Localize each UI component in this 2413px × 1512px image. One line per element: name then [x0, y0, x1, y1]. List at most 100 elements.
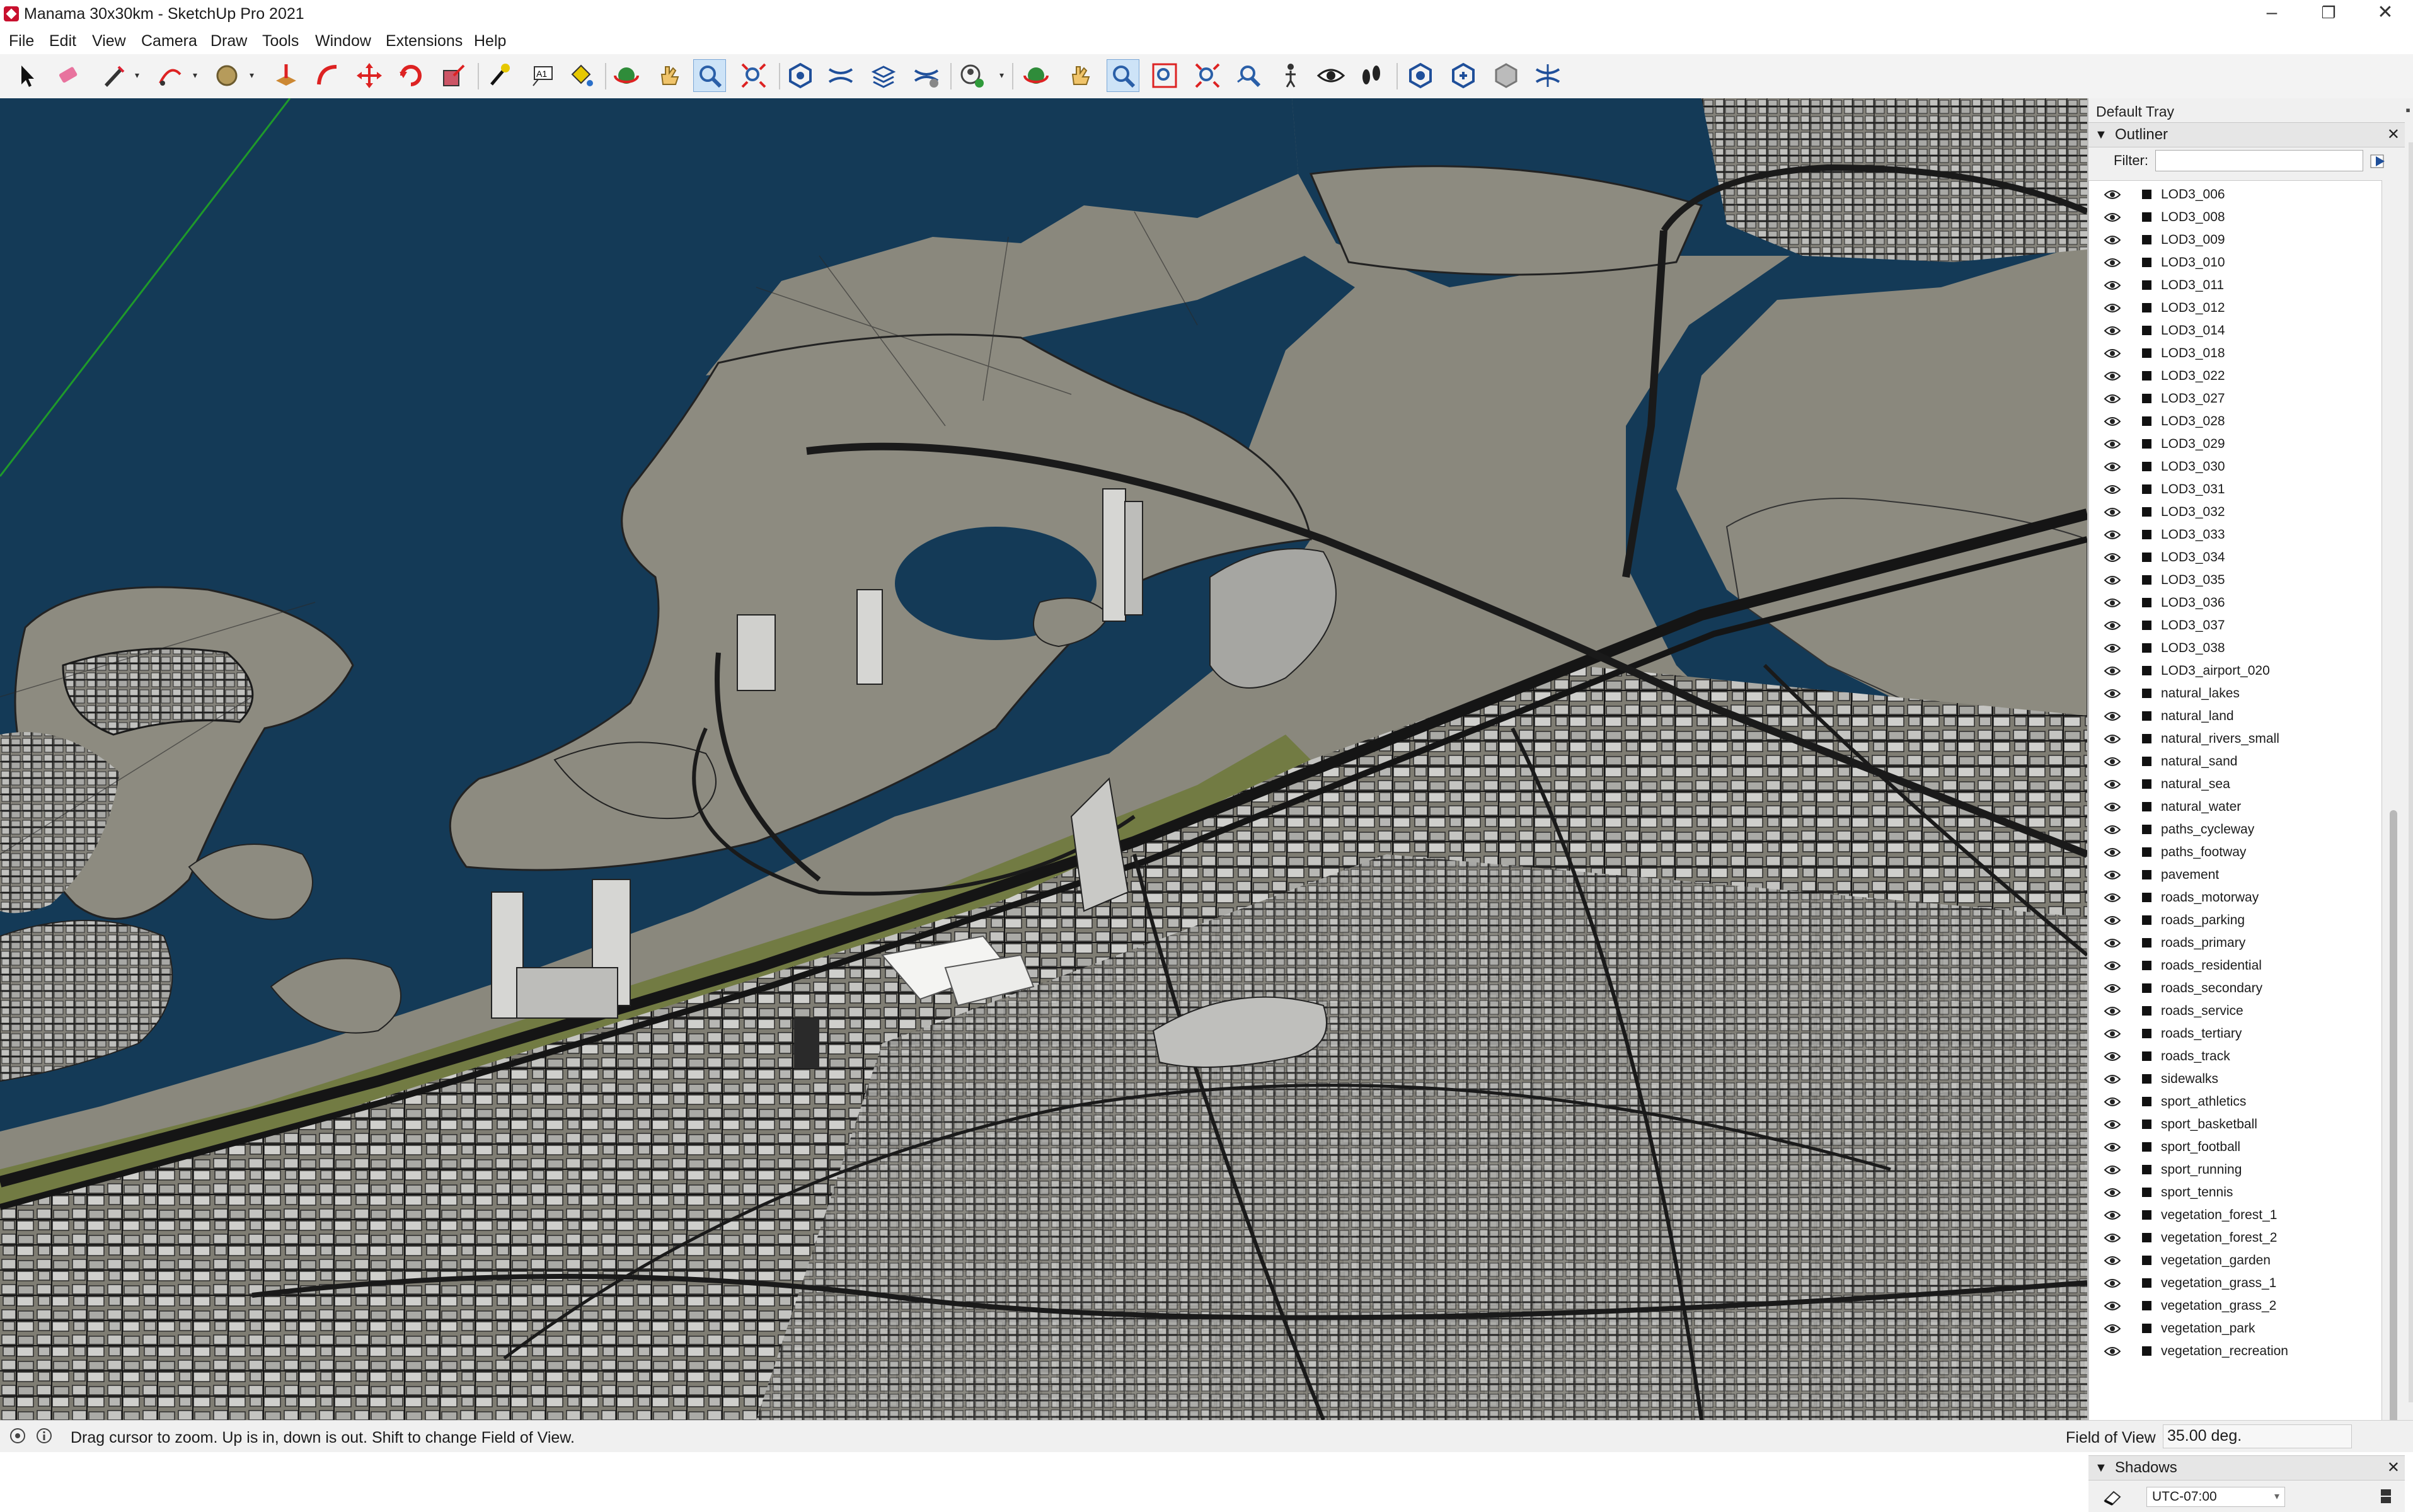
outliner-item[interactable]: vegetation_park — [2089, 1317, 2381, 1340]
move-icon[interactable] — [353, 59, 386, 92]
timezone-select[interactable]: UTC-07:00 ▾ — [2146, 1487, 2285, 1507]
outliner-item[interactable]: roads_residential — [2089, 954, 2381, 977]
outliner-panel-header[interactable]: ▼ Outliner ✕ — [2088, 122, 2405, 147]
orbit-icon[interactable] — [610, 59, 643, 92]
eye-icon[interactable] — [2104, 552, 2121, 563]
sandbox-icon-2[interactable] — [824, 59, 857, 92]
outliner-item[interactable]: LOD3_009 — [2089, 229, 2381, 251]
eye-icon[interactable] — [2104, 575, 2121, 586]
shadows-panel-header[interactable]: ▼ Shadows ✕ — [2088, 1455, 2405, 1480]
ext-icon-3[interactable] — [1490, 59, 1523, 92]
eye-icon[interactable] — [2104, 824, 2121, 835]
maximize-button[interactable]: ❐ — [2300, 0, 2357, 28]
eye-icon[interactable] — [2104, 416, 2121, 427]
pushpull-icon[interactable] — [270, 59, 302, 92]
eye-icon[interactable] — [2104, 1323, 2121, 1334]
eye-icon[interactable] — [2104, 733, 2121, 745]
outliner-item[interactable]: roads_primary — [2089, 932, 2381, 954]
outliner-item[interactable]: roads_track — [2089, 1045, 2381, 1068]
zoom-icon[interactable] — [693, 59, 726, 92]
eye-icon[interactable] — [2104, 915, 2121, 926]
eye-icon[interactable] — [2104, 1346, 2121, 1357]
orbit-icon-2[interactable] — [1020, 59, 1052, 92]
geolocation-status-icon[interactable] — [9, 1427, 26, 1445]
outliner-item[interactable]: LOD3_011 — [2089, 274, 2381, 297]
eye-icon[interactable] — [2104, 189, 2121, 200]
close-button[interactable]: ✕ — [2357, 0, 2413, 28]
eye-icon[interactable] — [2104, 1232, 2121, 1244]
eye-icon[interactable] — [2104, 438, 2121, 450]
outliner-item[interactable]: LOD3_031 — [2089, 478, 2381, 501]
tray-pin-icon[interactable]: ▪ — [2405, 102, 2410, 118]
tray-edge-scrollbar[interactable] — [2409, 142, 2413, 1402]
outliner-scrollbar[interactable] — [2382, 180, 2405, 1452]
outliner-item[interactable]: LOD3_012 — [2089, 297, 2381, 319]
eye-icon[interactable] — [2104, 937, 2121, 949]
outliner-item[interactable]: natural_rivers_small — [2089, 728, 2381, 750]
outliner-item[interactable]: LOD3_022 — [2089, 365, 2381, 387]
zoom-window-icon[interactable] — [1148, 59, 1181, 92]
outliner-item[interactable]: roads_tertiary — [2089, 1022, 2381, 1045]
eye-icon[interactable] — [2104, 756, 2121, 767]
outliner-item[interactable]: sport_football — [2089, 1136, 2381, 1159]
eye-icon[interactable] — [2104, 847, 2121, 858]
eye-icon[interactable] — [2104, 1005, 2121, 1017]
outliner-item[interactable]: LOD3_006 — [2089, 183, 2381, 206]
outliner-item[interactable]: sport_athletics — [2089, 1091, 2381, 1113]
walk-icon[interactable] — [1355, 59, 1388, 92]
outliner-item[interactable]: LOD3_032 — [2089, 501, 2381, 524]
model-viewport[interactable] — [0, 98, 2087, 1420]
paint-bucket-icon[interactable] — [565, 59, 597, 92]
eye-icon[interactable] — [2104, 1051, 2121, 1062]
eye-icon[interactable] — [2104, 302, 2121, 314]
pan-icon[interactable] — [653, 59, 686, 92]
eye-icon[interactable] — [2104, 1187, 2121, 1198]
eye-icon[interactable] — [2104, 507, 2121, 518]
measurements-box[interactable]: 35.00 deg. — [2163, 1424, 2352, 1448]
pan-icon-2[interactable] — [1064, 59, 1097, 92]
shadow-details-icon[interactable] — [2378, 1488, 2393, 1504]
eye-icon[interactable] — [2104, 529, 2121, 541]
outliner-item[interactable]: LOD3_038 — [2089, 637, 2381, 660]
outliner-item[interactable]: roads_parking — [2089, 909, 2381, 932]
outliner-item[interactable]: vegetation_grass_2 — [2089, 1295, 2381, 1317]
zoom-extents-icon-2[interactable] — [1191, 59, 1224, 92]
outliner-item[interactable]: LOD3_010 — [2089, 251, 2381, 274]
shape-dropdown-icon[interactable]: ▾ — [250, 71, 256, 79]
zoom-icon-2[interactable] — [1107, 59, 1139, 92]
menu-file[interactable]: File — [9, 30, 34, 52]
outliner-item[interactable]: natural_water — [2089, 796, 2381, 818]
collapse-triangle-icon[interactable]: ▼ — [2095, 1461, 2107, 1475]
outliner-item[interactable]: natural_lakes — [2089, 682, 2381, 705]
eye-icon[interactable] — [2104, 484, 2121, 495]
eye-icon[interactable] — [2104, 1278, 2121, 1289]
sandbox-icon-4[interactable] — [910, 59, 943, 92]
outliner-item[interactable]: vegetation_garden — [2089, 1249, 2381, 1272]
eye-icon[interactable] — [2104, 1119, 2121, 1130]
outliner-item[interactable]: natural_sea — [2089, 773, 2381, 796]
outliner-item[interactable]: roads_service — [2089, 1000, 2381, 1022]
menu-view[interactable]: View — [92, 30, 126, 52]
eye-icon[interactable] — [2104, 597, 2121, 609]
menu-camera[interactable]: Camera — [141, 30, 197, 52]
select-icon[interactable] — [10, 59, 43, 92]
ext-icon-1[interactable] — [1404, 59, 1437, 92]
info-icon[interactable] — [35, 1427, 53, 1445]
eye-icon[interactable] — [2104, 960, 2121, 971]
eye-icon[interactable] — [2104, 325, 2121, 336]
eye-icon[interactable] — [2104, 257, 2121, 268]
outliner-item[interactable]: LOD3_008 — [2089, 206, 2381, 229]
outliner-scroll-thumb[interactable] — [2390, 810, 2397, 1440]
outliner-item[interactable]: LOD3_035 — [2089, 569, 2381, 592]
pencil-dropdown-icon[interactable]: ▾ — [135, 71, 141, 79]
shadow-toggle-icon[interactable] — [2101, 1487, 2125, 1506]
previous-view-icon[interactable] — [1233, 59, 1265, 92]
pencil-icon[interactable] — [97, 59, 130, 92]
menu-draw[interactable]: Draw — [210, 30, 247, 52]
eye-icon[interactable] — [2104, 1142, 2121, 1153]
eye-icon[interactable] — [2104, 461, 2121, 472]
eye-icon[interactable] — [2104, 643, 2121, 654]
outliner-item[interactable]: LOD3_036 — [2089, 592, 2381, 614]
outliner-close-icon[interactable]: ✕ — [2387, 125, 2400, 144]
outliner-item[interactable]: LOD3_034 — [2089, 546, 2381, 569]
